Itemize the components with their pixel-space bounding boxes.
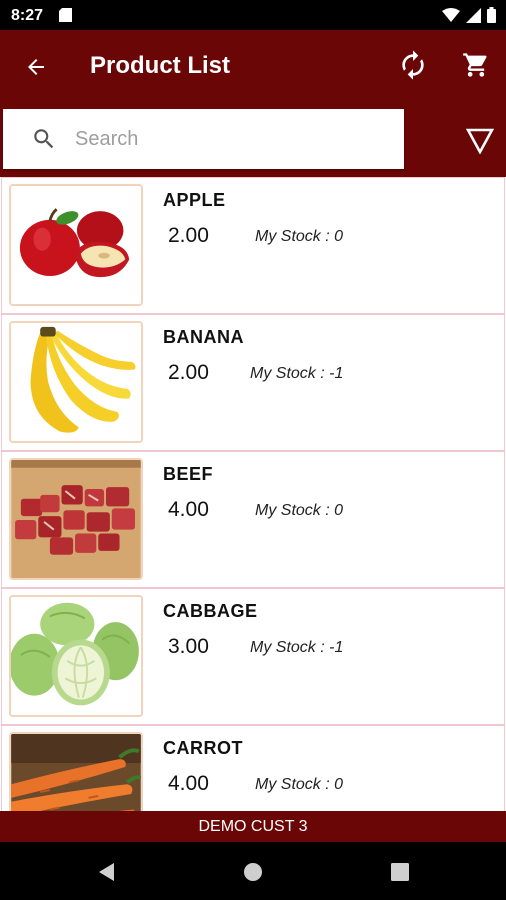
product-price: 2.00 [168, 224, 209, 247]
back-triangle-icon[interactable] [96, 861, 118, 883]
product-list[interactable]: APPLE 2.00 My Stock : 0 BANANA 2.00 My S… [0, 177, 506, 811]
recents-square-icon[interactable] [389, 861, 411, 883]
sd-card-icon [59, 8, 72, 22]
status-bar: 8:27 [0, 0, 506, 30]
product-price: 4.00 [168, 498, 209, 521]
cart-icon [463, 53, 487, 77]
product-price: 4.00 [168, 772, 209, 795]
product-stock: My Stock : 0 [255, 228, 344, 245]
beef-image [11, 460, 141, 578]
arrow-left-icon [28, 59, 44, 75]
cabbage-image [11, 597, 141, 715]
product-image-banana [9, 321, 143, 443]
product-item[interactable]: BANANA 2.00 My Stock : -1 [1, 314, 505, 451]
battery-icon [487, 7, 496, 23]
screen: 8:27 Product List Search APPLE 2.00 My S… [0, 0, 506, 900]
filter-button[interactable] [460, 121, 500, 161]
status-icons [442, 7, 496, 23]
product-image-apple [9, 184, 143, 306]
product-name: CABBAGE [163, 601, 258, 621]
filter-icon [466, 128, 494, 154]
product-item[interactable]: CARROT 4.00 My Stock : 0 [1, 725, 505, 811]
banana-image [11, 323, 141, 441]
product-price: 3.00 [168, 635, 209, 658]
product-item[interactable]: APPLE 2.00 My Stock : 0 [1, 177, 505, 314]
system-nav-bar [0, 842, 506, 900]
product-name: BEEF [163, 464, 214, 484]
product-image-carrot [9, 732, 143, 811]
search-input[interactable] [75, 127, 375, 151]
cart-button[interactable] [456, 45, 496, 85]
product-stock: My Stock : 0 [255, 502, 344, 519]
product-stock: My Stock : -1 [250, 639, 344, 656]
search-row [0, 105, 506, 175]
back-button[interactable] [16, 47, 56, 87]
product-name: BANANA [163, 327, 244, 347]
product-name: CARROT [163, 738, 243, 758]
carrot-image [11, 734, 141, 811]
wifi-icon [442, 8, 460, 22]
product-item[interactable]: BEEF 4.00 My Stock : 0 [1, 451, 505, 588]
signal-icon [466, 7, 481, 23]
refresh-icon [402, 50, 424, 80]
status-time: 8:27 [11, 7, 44, 24]
refresh-button[interactable] [393, 45, 433, 85]
product-image-cabbage [9, 595, 143, 717]
customer-bar: DEMO CUST 3 [0, 811, 506, 842]
product-price: 2.00 [168, 361, 209, 384]
product-stock: My Stock : -1 [250, 365, 344, 382]
search-box[interactable] [3, 109, 404, 169]
product-stock: My Stock : 0 [255, 776, 344, 793]
home-circle-icon[interactable] [242, 861, 264, 883]
app-bar: Product List [0, 30, 506, 105]
page-title: Product List [90, 52, 231, 79]
apple-image [11, 186, 141, 304]
product-item[interactable]: CABBAGE 3.00 My Stock : -1 [1, 588, 505, 725]
product-image-beef [9, 458, 143, 580]
product-name: APPLE [163, 190, 226, 210]
search-icon [34, 129, 54, 149]
